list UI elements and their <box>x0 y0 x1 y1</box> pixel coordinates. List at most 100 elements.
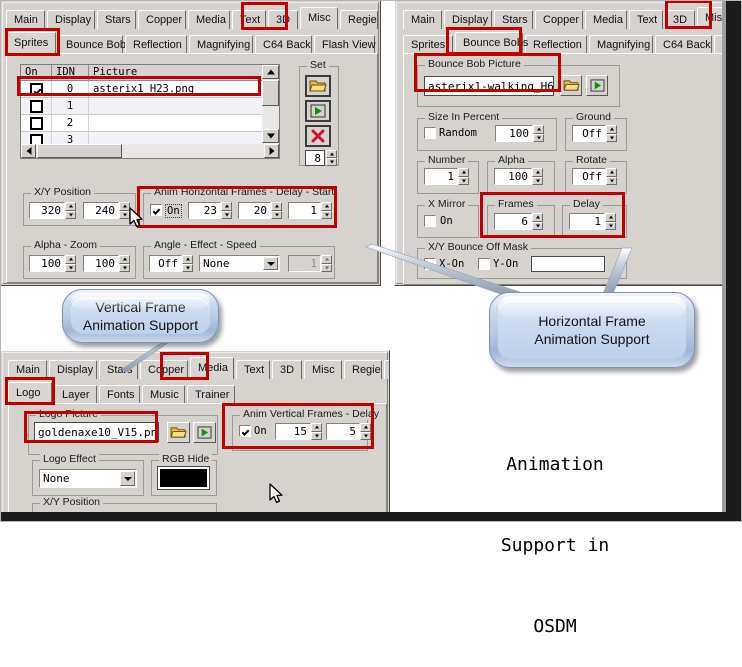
tab-3d[interactable]: 3D <box>268 10 298 29</box>
spinner-down[interactable] <box>326 158 337 166</box>
bounce-alpha-field[interactable]: 100 <box>494 168 532 185</box>
tab-text[interactable]: Text <box>236 360 270 379</box>
frames-field[interactable]: 6 <box>494 213 532 230</box>
anim-vertical-delay-spinner[interactable] <box>360 423 371 440</box>
tab-3d[interactable]: 3D <box>665 10 695 29</box>
spinner-down[interactable] <box>458 176 469 185</box>
spinner-up[interactable] <box>360 423 371 432</box>
tab-display[interactable]: Display <box>47 10 95 29</box>
tab-regie[interactable]: Regie <box>340 10 378 29</box>
spinner-down[interactable] <box>533 133 544 142</box>
anim-vertical-frames-spinner[interactable] <box>311 423 322 440</box>
effect-combo[interactable]: None <box>199 255 280 272</box>
row-on-cell[interactable] <box>21 115 52 131</box>
tab-main[interactable]: Main <box>8 360 47 379</box>
spinner-up[interactable] <box>532 213 543 222</box>
tab-copper[interactable]: Copper <box>535 10 583 29</box>
tab-regie[interactable]: Regie <box>344 360 382 379</box>
tab-3d[interactable]: 3D <box>272 360 302 379</box>
y-position-field[interactable]: 240 <box>83 202 119 219</box>
row-checkbox[interactable] <box>29 99 43 113</box>
tab-main[interactable]: Main <box>6 10 45 29</box>
spinner-up[interactable] <box>271 202 282 211</box>
subtab-layer[interactable]: Layer <box>54 385 97 404</box>
set-count-field[interactable]: 8 <box>305 150 325 166</box>
spinner-up[interactable] <box>182 255 193 264</box>
frames-spinner[interactable] <box>532 213 543 230</box>
zoom-spinner[interactable] <box>119 255 130 272</box>
angle-spinner[interactable] <box>182 255 193 272</box>
anim-horizontal-start-spinner[interactable] <box>321 202 332 219</box>
tab-tools[interactable]: Tools <box>384 360 389 379</box>
anim-horizontal-frames-spinner[interactable] <box>221 202 232 219</box>
ground-spinner[interactable] <box>606 125 617 142</box>
spinner-down[interactable] <box>119 263 130 272</box>
row-on-cell[interactable] <box>21 81 52 97</box>
spinner-up[interactable] <box>458 168 469 177</box>
tab-tools[interactable]: Tools <box>380 10 381 29</box>
ground-field[interactable]: Off <box>572 125 606 142</box>
spinner-down[interactable] <box>321 210 332 219</box>
anim-horizontal-delay-spinner[interactable] <box>271 202 282 219</box>
spinner-up[interactable] <box>65 255 76 264</box>
number-spinner[interactable] <box>458 168 469 185</box>
chevron-down-icon[interactable] <box>263 257 278 270</box>
table-row[interactable]: 1 <box>21 98 279 115</box>
subtab-c64-back[interactable]: C64 Back <box>255 35 312 54</box>
spinner-down[interactable] <box>271 210 282 219</box>
anim-vertical-frames-field[interactable]: 15 <box>275 423 311 440</box>
subtab-c64-back[interactable]: C64 Back <box>655 35 712 54</box>
play-button[interactable] <box>586 75 608 96</box>
subtab-music[interactable]: Music <box>142 385 185 404</box>
angle-field[interactable]: Off <box>149 255 182 272</box>
tab-main[interactable]: Main <box>403 10 442 29</box>
rgb-hide-swatch[interactable] <box>157 466 210 490</box>
size-percent-spinner[interactable] <box>533 125 544 142</box>
tab-stars[interactable]: Stars <box>99 360 138 379</box>
table-row[interactable]: 2 <box>21 115 279 132</box>
tab-media[interactable]: Media <box>585 10 627 29</box>
spinner-up[interactable] <box>606 125 617 134</box>
spinner-up[interactable] <box>119 255 130 264</box>
hscroll-right-button[interactable] <box>264 144 279 158</box>
spinner-up[interactable] <box>311 423 322 432</box>
subtab-logo[interactable]: Logo <box>8 382 52 404</box>
tab-misc[interactable]: Misc <box>300 7 338 29</box>
subtab-bounce-bobs[interactable]: Bounce Bobs <box>58 35 131 54</box>
subtab-fonts[interactable]: Fonts <box>99 385 140 404</box>
table-row[interactable]: 0 asterix1_H23.png <box>21 81 279 98</box>
tab-copper[interactable]: Copper <box>140 360 188 379</box>
spinner-up[interactable] <box>326 150 337 158</box>
size-percent-field[interactable]: 100 <box>495 125 533 142</box>
folder-open-button[interactable] <box>305 75 331 97</box>
bounce-picture-field[interactable]: asterix1-walking_H6.png <box>424 76 554 96</box>
spinner-up[interactable] <box>65 202 76 211</box>
size-random-checkbox[interactable] <box>424 127 436 139</box>
spinner-up[interactable] <box>532 168 543 177</box>
tab-media[interactable]: Media <box>190 357 234 379</box>
logo-picture-field[interactable]: goldenaxe10_V15.png <box>34 422 159 442</box>
spinner-down[interactable] <box>532 221 543 230</box>
spinner-up[interactable] <box>606 168 617 177</box>
spinner-down[interactable] <box>221 210 232 219</box>
tab-copper[interactable]: Copper <box>138 10 186 29</box>
folder-open-button[interactable] <box>167 422 190 443</box>
vscroll-up-button[interactable] <box>262 65 279 79</box>
subtab-trainer[interactable]: Trainer <box>187 385 235 404</box>
folder-open-button[interactable] <box>560 75 582 96</box>
subtab-bounce-bobs[interactable]: Bounce Bobs <box>455 32 528 54</box>
x-mirror-checkbox[interactable] <box>424 215 436 227</box>
bounce-alpha-spinner[interactable] <box>532 168 543 185</box>
set-count-spinner[interactable] <box>326 150 337 166</box>
anim-horizontal-frames-field[interactable]: 23 <box>188 202 221 219</box>
tab-text[interactable]: Text <box>232 10 266 29</box>
spinner-down[interactable] <box>311 431 322 440</box>
spinner-up[interactable] <box>605 213 616 222</box>
subtab-flash-view[interactable]: Flash View <box>314 35 376 54</box>
tab-stars[interactable]: Stars <box>494 10 533 29</box>
anim-horizontal-delay-field[interactable]: 20 <box>238 202 271 219</box>
tab-text[interactable]: Text <box>629 10 663 29</box>
vscroll-down-button[interactable] <box>262 129 279 143</box>
spinner-up[interactable] <box>533 125 544 134</box>
play-button[interactable] <box>305 100 331 122</box>
